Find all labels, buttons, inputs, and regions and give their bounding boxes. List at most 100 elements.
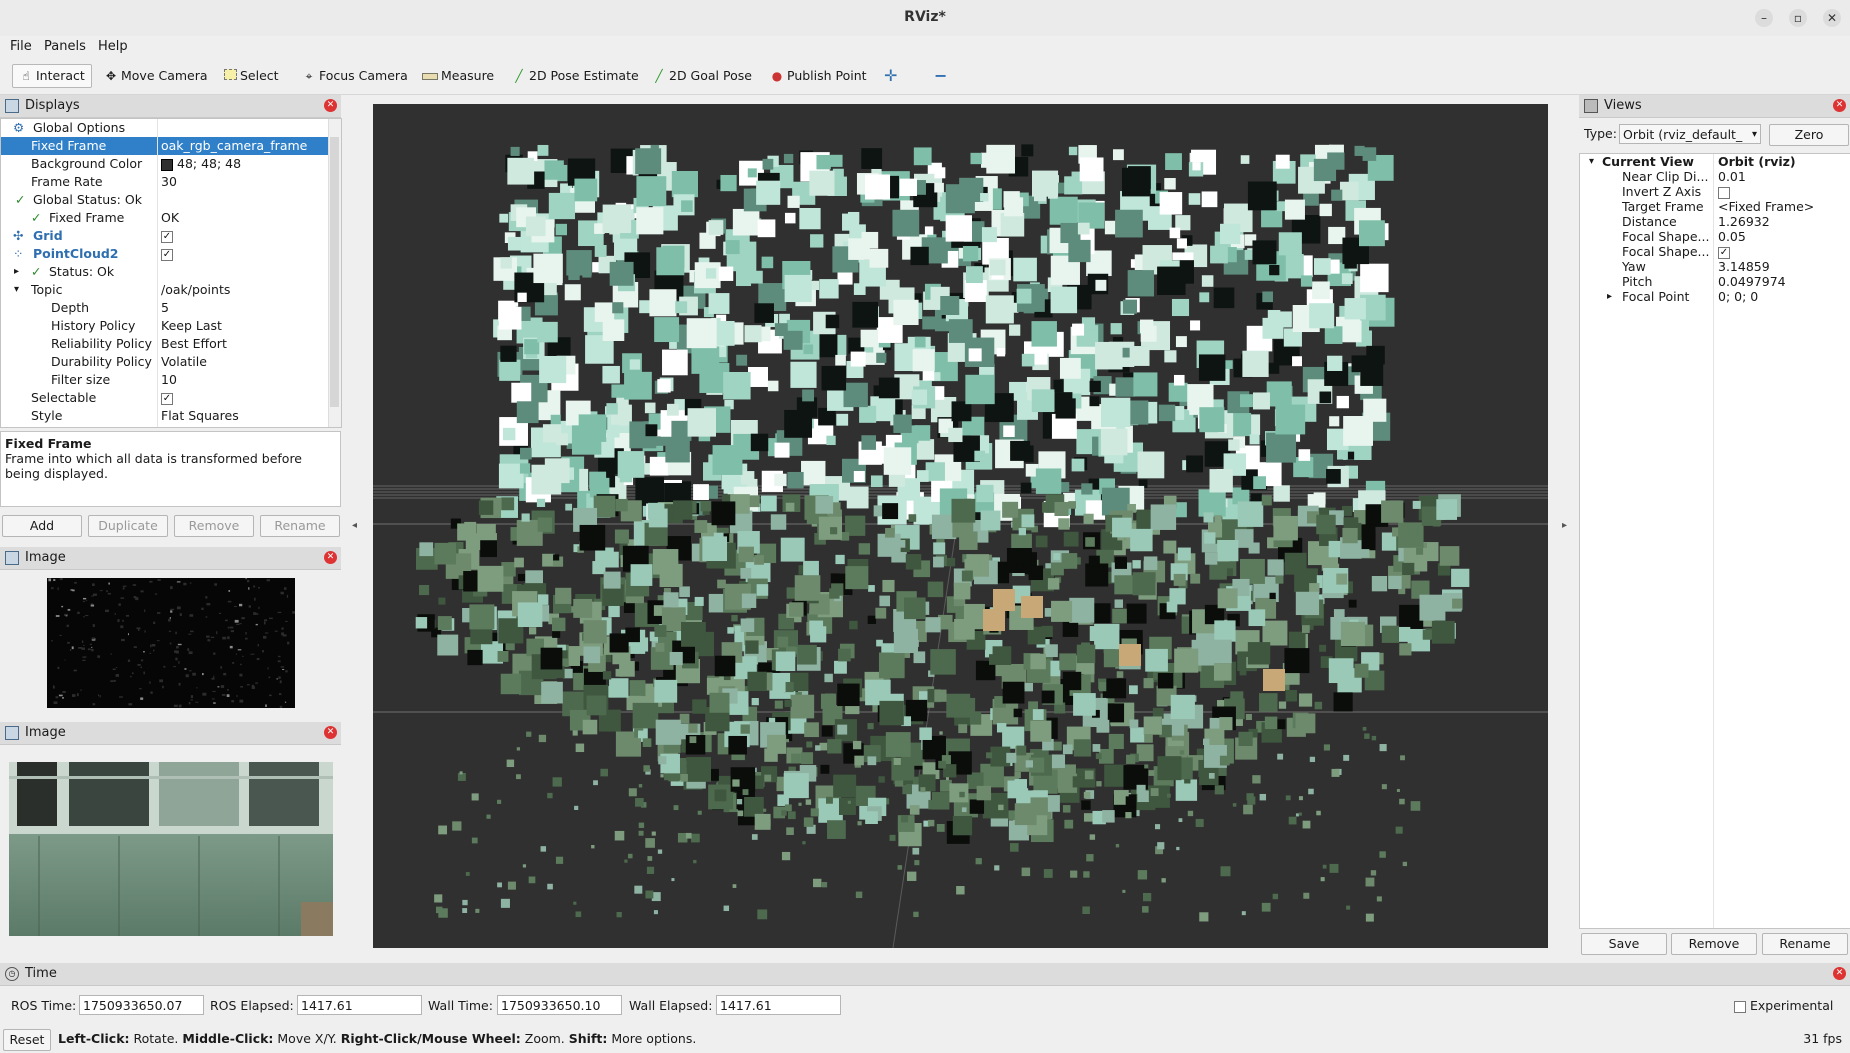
- view-property-row[interactable]: Invert Z Axis: [1580, 184, 1848, 199]
- measure-tool[interactable]: Measure: [418, 65, 498, 87]
- display-row[interactable]: ⁘ PointCloud2 ✓: [1, 245, 328, 263]
- collapse-right-icon[interactable]: ▸: [1562, 520, 1567, 531]
- move-camera-tool[interactable]: ✥ Move Camera: [100, 65, 212, 87]
- cloud-point: [1348, 599, 1357, 608]
- cloud-point: [1284, 648, 1310, 674]
- expand-arrow-icon[interactable]: ▾: [1589, 154, 1594, 169]
- cloud-point: [905, 554, 922, 570]
- menu-file[interactable]: File: [10, 39, 32, 54]
- checkbox-icon[interactable]: ✓: [161, 248, 173, 261]
- display-row[interactable]: Reliability Policy Best Effort: [1, 335, 328, 353]
- 3d-render-view[interactable]: [373, 104, 1548, 948]
- expand-arrow-icon[interactable]: ▸: [14, 263, 19, 281]
- cloud-point: [1371, 735, 1377, 741]
- interact-tool[interactable]: ☝ Interact: [12, 64, 92, 88]
- remove-tool-icon[interactable]: −: [930, 65, 951, 87]
- ros-time-field[interactable]: 1750933650.07: [79, 995, 204, 1015]
- view-property-row[interactable]: Near Clip Di... 0.01: [1580, 169, 1848, 184]
- collapse-left-icon[interactable]: ◂: [352, 520, 357, 531]
- view-key: Focal Point: [1622, 289, 1690, 304]
- display-row[interactable]: ⚙ Global Options: [1, 119, 328, 137]
- view-property-row[interactable]: ▾ Current View Orbit (rviz): [1580, 154, 1848, 169]
- experimental-checkbox[interactable]: Experimental: [1734, 998, 1833, 1013]
- display-row[interactable]: ✓ Global Status: Ok: [1, 191, 328, 209]
- left-splitter[interactable]: ◂: [348, 95, 366, 955]
- minimize-icon[interactable]: –: [1755, 9, 1773, 27]
- display-row[interactable]: Selectable ✓: [1, 389, 328, 407]
- cloud-point: [879, 595, 891, 607]
- focus-camera-tool[interactable]: ⌖ Focus Camera: [298, 65, 412, 87]
- pose-estimate-tool[interactable]: ╱ 2D Pose Estimate: [508, 65, 643, 87]
- close-panel-icon[interactable]: ✕: [324, 99, 337, 112]
- point-cloud-canvas[interactable]: [373, 104, 1548, 948]
- cloud-point: [1021, 353, 1035, 367]
- view-property-row[interactable]: Focal Shape... ✓: [1580, 244, 1848, 259]
- add-display-button[interactable]: Add: [2, 515, 82, 537]
- view-property-row[interactable]: ▸ Focal Point 0; 0; 0: [1580, 289, 1848, 304]
- duplicate-display-button[interactable]: Duplicate: [88, 515, 168, 537]
- checkbox-icon[interactable]: ✓: [161, 392, 173, 405]
- display-row[interactable]: ✓ Fixed Frame OK: [1, 209, 328, 227]
- close-panel-icon[interactable]: ✕: [324, 726, 337, 739]
- view-property-row[interactable]: Pitch 0.0497974: [1580, 274, 1848, 289]
- display-row[interactable]: Fixed Frame oak_rgb_camera_frame: [1, 137, 328, 155]
- wall-elapsed-field[interactable]: 1417.61: [716, 995, 841, 1015]
- view-type-select[interactable]: Orbit (rviz_default_ ▾: [1619, 124, 1761, 144]
- view-property-row[interactable]: Target Frame <Fixed Frame>: [1580, 199, 1848, 214]
- display-row[interactable]: Frame Rate 30: [1, 173, 328, 191]
- cloud-point: [879, 700, 904, 726]
- add-tool-icon[interactable]: ✛: [880, 65, 901, 87]
- display-row[interactable]: ▸ ✓ Status: Ok: [1, 263, 328, 281]
- ros-elapsed-field[interactable]: 1417.61: [297, 995, 422, 1015]
- wall-time-field[interactable]: 1750933650.10: [497, 995, 622, 1015]
- menu-help[interactable]: Help: [98, 39, 128, 54]
- publish-point-tool[interactable]: ● Publish Point: [766, 65, 871, 87]
- close-panel-icon[interactable]: ✕: [1833, 967, 1846, 980]
- cloud-point: [533, 253, 563, 284]
- checkbox-icon[interactable]: [1718, 186, 1730, 199]
- rename-view-button[interactable]: Rename: [1762, 933, 1848, 955]
- displays-tree[interactable]: ⚙ Global Options Fixed Frame oak_rgb_camera…: [0, 118, 342, 428]
- cloud-point: [781, 810, 787, 816]
- rename-display-button[interactable]: Rename: [260, 515, 340, 537]
- expand-arrow-icon[interactable]: ▾: [14, 281, 19, 299]
- view-property-row[interactable]: Focal Shape... 0.05: [1580, 229, 1848, 244]
- save-view-button[interactable]: Save: [1581, 933, 1667, 955]
- view-property-row[interactable]: Distance 1.26932: [1580, 214, 1848, 229]
- checkbox-icon[interactable]: ✓: [161, 230, 173, 243]
- cloud-point: [506, 759, 515, 768]
- cloud-point: [638, 730, 646, 739]
- display-row[interactable]: ✣ Grid ✓: [1, 227, 328, 245]
- displays-scrollbar[interactable]: [328, 119, 341, 427]
- cloud-point: [855, 891, 863, 899]
- display-row[interactable]: Depth 5: [1, 299, 328, 317]
- display-row[interactable]: History Policy Keep Last: [1, 317, 328, 335]
- close-icon[interactable]: ✕: [1823, 9, 1841, 27]
- display-row[interactable]: Filter size 10: [1, 371, 328, 389]
- display-row[interactable]: ▾ Topic/oak/points: [1, 281, 328, 299]
- cloud-point: [1086, 854, 1094, 862]
- expand-arrow-icon[interactable]: ▸: [1607, 289, 1612, 304]
- color-swatch[interactable]: [161, 158, 173, 171]
- checkbox-icon[interactable]: ✓: [1718, 246, 1730, 259]
- image-panel-2-body: [0, 745, 341, 945]
- close-panel-icon[interactable]: ✕: [324, 551, 337, 564]
- zero-button[interactable]: Zero: [1769, 124, 1849, 146]
- right-splitter[interactable]: ▸: [1555, 95, 1573, 955]
- views-tree[interactable]: ▾ Current View Orbit (rviz) Near Clip Di...…: [1579, 153, 1850, 929]
- remove-display-button[interactable]: Remove: [174, 515, 254, 537]
- remove-view-button[interactable]: Remove: [1671, 933, 1757, 955]
- display-row[interactable]: Background Color 48; 48; 48: [1, 155, 328, 173]
- select-tool[interactable]: Select: [220, 65, 283, 87]
- maximize-icon[interactable]: ▫: [1789, 9, 1807, 27]
- view-property-row[interactable]: Yaw 3.14859: [1580, 259, 1848, 274]
- cloud-point: [1263, 669, 1285, 691]
- reset-button[interactable]: Reset: [3, 1029, 51, 1051]
- close-panel-icon[interactable]: ✕: [1833, 99, 1846, 112]
- cloud-point: [1253, 476, 1267, 490]
- menu-panels[interactable]: Panels: [44, 39, 86, 54]
- display-row[interactable]: Durability Policy Volatile: [1, 353, 328, 371]
- scrollbar-thumb[interactable]: [330, 137, 339, 407]
- display-row[interactable]: Style Flat Squares: [1, 407, 328, 425]
- goal-pose-tool[interactable]: ╱ 2D Goal Pose: [648, 65, 756, 87]
